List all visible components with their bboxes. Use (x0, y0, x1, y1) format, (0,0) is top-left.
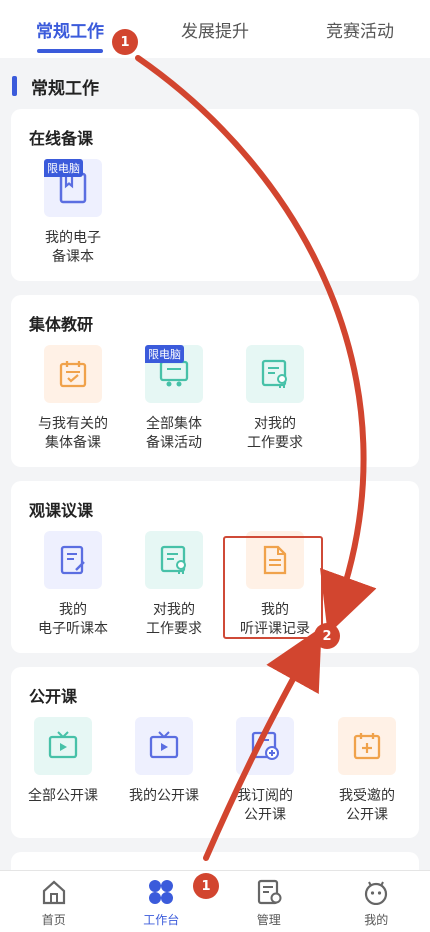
nav-label: 管理 (256, 913, 281, 927)
certificate-icon (246, 345, 304, 403)
invite-icon (338, 717, 396, 775)
tab-development[interactable]: 发展提升 (181, 0, 249, 58)
top-tab-bar: 常规工作 发展提升 竞赛活动 (0, 0, 430, 58)
certificate-icon (145, 531, 203, 589)
card-title: 在线备课 (29, 129, 94, 148)
card-title: 集体教研 (29, 315, 94, 334)
annotation-marker-2: 2 (314, 623, 340, 649)
item-my-e-prep-book[interactable]: 限电脑 我的电子 备课本 (23, 159, 123, 267)
group-screen-icon: 限电脑 (145, 345, 203, 403)
item-label: 全部集体 备课活动 (146, 416, 202, 451)
card-online-prep: 在线备课 限电脑 我的电子 备课本 (11, 109, 419, 281)
nav-manage[interactable]: 管理 (215, 871, 322, 932)
workbench-icon (149, 880, 174, 904)
profile-icon (365, 881, 388, 906)
card-group-research: 集体教研 与我有关的 集体备课 限电脑 全部集体 备课活动 对我的 工作要求 (11, 295, 419, 467)
nav-label: 我的 (364, 913, 389, 927)
item-invited-open-classes[interactable]: 我受邀的 公开课 (317, 717, 417, 825)
item-label: 对我的 工作要求 (146, 602, 202, 637)
item-work-requirements[interactable]: 对我的 工作要求 (225, 345, 325, 453)
item-work-requirements-2[interactable]: 对我的 工作要求 (124, 531, 224, 639)
section-title-text: 常规工作 (31, 78, 99, 99)
tv-play-icon (34, 717, 92, 775)
subscribe-icon (236, 717, 294, 775)
card-open-class: 公开课 全部公开课 我的公开课 我订阅的 公开课 我受邀的 公开课 (11, 667, 419, 838)
item-my-open-classes[interactable]: 我的公开课 (114, 717, 214, 806)
tv-play-icon (135, 717, 193, 775)
item-all-group-prep[interactable]: 限电脑 全部集体 备课活动 (124, 345, 224, 453)
annotation-marker-1-top: 1 (112, 29, 138, 55)
item-label: 我受邀的 公开课 (339, 788, 395, 823)
section-title: 常规工作 (12, 72, 99, 100)
tab-competition[interactable]: 竞赛活动 (326, 0, 394, 58)
card-title: 观课议课 (29, 501, 94, 520)
section-accent-bar (12, 76, 17, 96)
item-my-e-listening-book[interactable]: 我的 电子听课本 (23, 531, 123, 639)
annotation-marker-1-bottom: 1 (193, 873, 219, 899)
item-label: 与我有关的 集体备课 (38, 416, 108, 451)
item-label: 我的公开课 (129, 788, 199, 804)
card-title: 公开课 (29, 687, 78, 706)
annotation-highlight-box (223, 536, 323, 639)
nav-label: 首页 (41, 913, 66, 927)
calendar-check-icon (44, 345, 102, 403)
item-label: 对我的 工作要求 (247, 416, 303, 451)
home-icon (42, 880, 65, 905)
pc-only-badge: 限电脑 (44, 159, 83, 177)
nav-label: 工作台 (143, 913, 180, 927)
nav-profile[interactable]: 我的 (323, 871, 430, 932)
item-subscribed-open-classes[interactable]: 我订阅的 公开课 (215, 717, 315, 825)
tab-routine-work[interactable]: 常规工作 (36, 0, 104, 58)
item-label: 全部公开课 (28, 788, 98, 804)
manage-icon (257, 879, 282, 905)
card-observe-classes: 观课议课 我的 电子听课本 对我的 工作要求 我的 听评课记录 (11, 481, 419, 653)
nav-home[interactable]: 首页 (0, 871, 107, 932)
item-label: 我的 电子听课本 (38, 602, 108, 637)
item-label: 我订阅的 公开课 (237, 788, 293, 823)
edit-document-icon (44, 531, 102, 589)
item-related-group-prep[interactable]: 与我有关的 集体备课 (23, 345, 123, 453)
book-icon: 限电脑 (44, 159, 102, 217)
pc-only-badge: 限电脑 (145, 345, 184, 363)
item-label: 我的电子 备课本 (45, 230, 101, 265)
item-all-open-classes[interactable]: 全部公开课 (13, 717, 113, 806)
